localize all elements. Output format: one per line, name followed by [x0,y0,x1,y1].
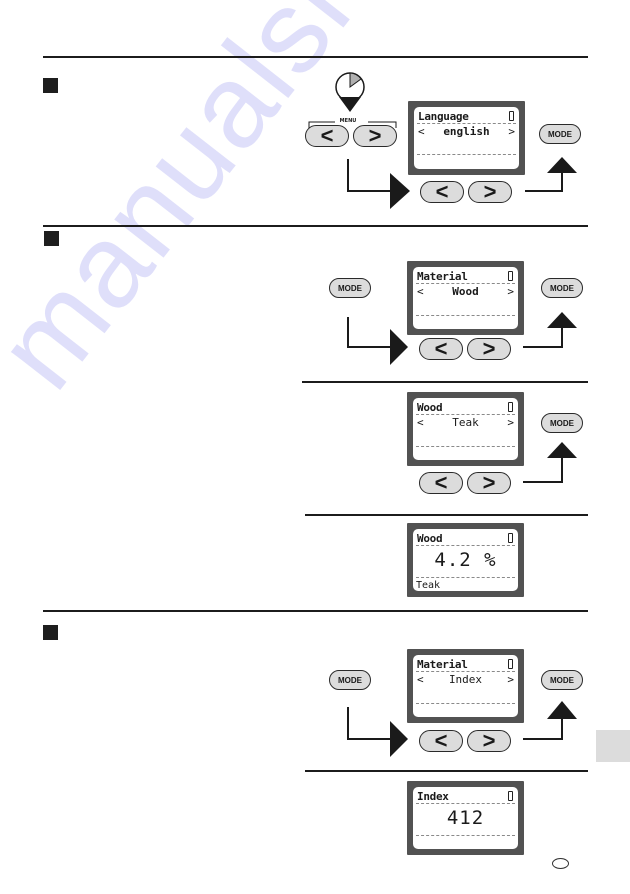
section-divider-2 [43,225,588,227]
right-button[interactable]: > [468,181,512,203]
lcd-title: Wood [417,532,443,545]
flow-arrow-up [523,442,577,483]
lcd-wood-reading: Wood 4.2 % Teak [407,523,524,597]
battery-icon [508,791,513,801]
lcd-title: Material [417,658,468,671]
battery-icon [508,533,513,543]
lcd-title: Index [417,790,449,803]
lcd-next-arrow: > [507,416,514,429]
left-button[interactable]: < [419,472,463,494]
lcd-wood-type: Wood < Teak > [407,392,524,466]
section-divider-top [43,56,588,58]
step-marker-3 [43,625,58,640]
lcd-value: Index [448,673,483,686]
lcd-value: Teak [452,416,479,429]
battery-icon [508,271,513,281]
mode-button[interactable]: MODE [329,278,371,298]
left-button[interactable]: < [420,181,464,203]
mode-button[interactable]: MODE [541,278,583,298]
subsection-divider-2 [305,514,588,516]
lcd-footer: Teak [416,580,441,591]
language-oval-icon [552,858,569,869]
lcd-title: Wood [417,401,443,414]
lcd-next-arrow: > [508,125,515,138]
lcd-index-reading: Index 412 [407,781,524,855]
lcd-next-arrow: > [507,673,514,686]
subsection-divider-3 [305,770,588,772]
lcd-next-arrow: > [507,285,514,298]
subsection-divider-1 [302,381,588,383]
lcd-prev-arrow: < [418,125,425,138]
lcd-title: Material [417,270,468,283]
step-marker-1 [43,78,58,93]
right-button[interactable]: > [467,338,511,360]
mode-button[interactable]: MODE [541,670,583,690]
timer-icon [335,72,365,112]
menu-left-button[interactable]: < [305,125,349,147]
lcd-reading: 4.2 % [434,549,497,571]
menu-right-button[interactable]: > [353,125,397,147]
lcd-value: english [443,125,490,138]
lcd-title: Language [418,110,469,123]
mode-button[interactable]: MODE [539,124,581,144]
battery-icon [508,659,513,669]
lcd-reading: 412 [446,807,485,829]
battery-icon [509,111,514,121]
menu-label: MENU [339,118,357,124]
language-side-tab [596,730,630,762]
mode-button[interactable]: MODE [541,413,583,433]
lcd-prev-arrow: < [417,285,424,298]
right-button[interactable]: > [467,730,511,752]
lcd-prev-arrow: < [417,673,424,686]
step-marker-2 [44,231,59,246]
battery-icon [508,402,513,412]
mode-button[interactable]: MODE [329,670,371,690]
right-button[interactable]: > [467,472,511,494]
left-button[interactable]: < [419,730,463,752]
lcd-value: Wood [452,285,479,298]
section-divider-3 [43,610,588,612]
left-button[interactable]: < [419,338,463,360]
lcd-prev-arrow: < [417,416,424,429]
